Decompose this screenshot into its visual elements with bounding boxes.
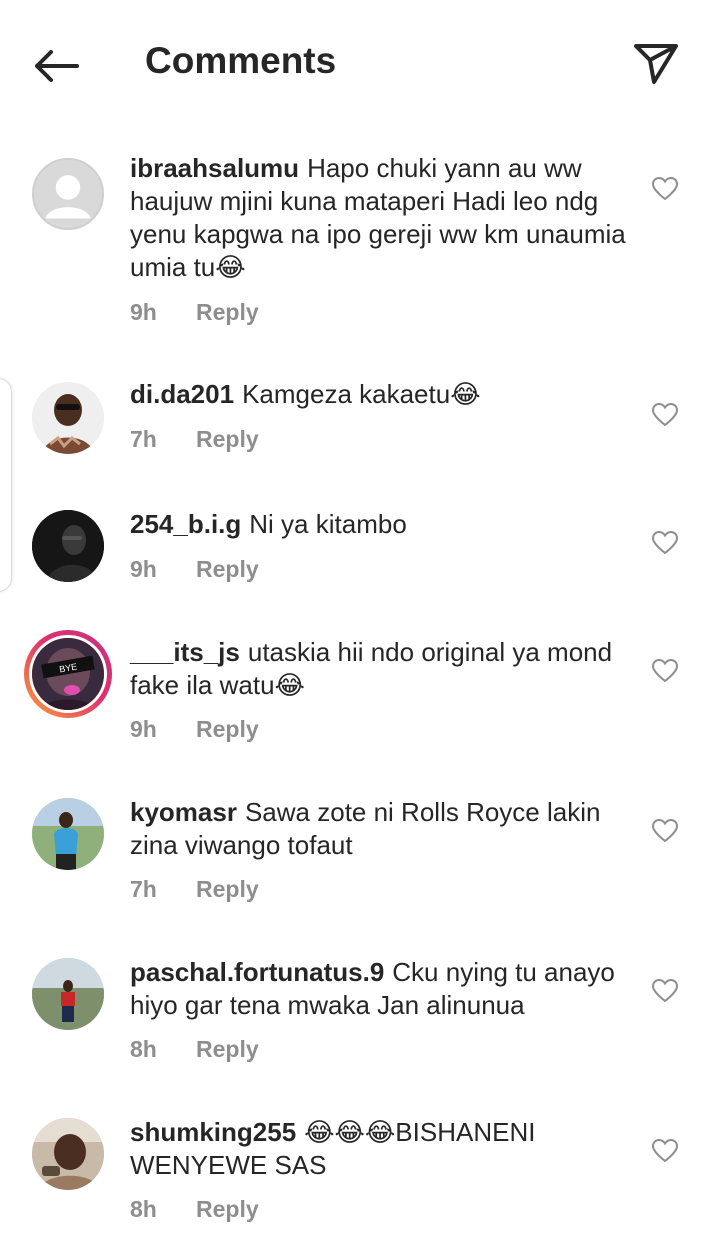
header-bar: Comments	[0, 0, 720, 128]
user-avatar[interactable]	[32, 382, 104, 454]
heart-icon	[652, 177, 678, 201]
story-ring-avatar[interactable]: BYE	[24, 630, 112, 718]
user-avatar[interactable]	[32, 1118, 104, 1190]
page-title: Comments	[145, 40, 337, 81]
like-button[interactable]	[650, 528, 680, 558]
comment-username[interactable]: ibraahsalumu	[130, 153, 299, 183]
comment-time: 7h	[130, 426, 157, 452]
user-avatar[interactable]	[32, 510, 104, 582]
comment-time: 7h	[130, 876, 157, 902]
heart-icon	[652, 979, 678, 1003]
reply-button[interactable]: Reply	[196, 556, 259, 582]
heart-icon	[652, 403, 678, 427]
comment-username[interactable]: shumking255	[130, 1117, 296, 1147]
paper-plane-icon	[634, 44, 678, 84]
comment-username[interactable]: ___its_js	[130, 637, 240, 667]
like-button[interactable]	[650, 174, 680, 204]
like-button[interactable]	[650, 976, 680, 1006]
comment-username[interactable]: kyomasr	[130, 797, 237, 827]
user-avatar[interactable]	[32, 958, 104, 1030]
comment-time: 9h	[130, 556, 157, 582]
comment-text: Ni ya kitambo	[249, 509, 407, 539]
heart-icon	[652, 1139, 678, 1163]
reply-button[interactable]: Reply	[196, 1036, 259, 1062]
reply-button[interactable]: Reply	[196, 299, 259, 325]
heart-icon	[652, 531, 678, 555]
like-button[interactable]	[650, 400, 680, 430]
reply-button[interactable]: Reply	[196, 1196, 259, 1222]
back-button[interactable]	[28, 38, 84, 94]
reply-button[interactable]: Reply	[196, 426, 259, 452]
comment-time: 9h	[130, 716, 157, 742]
overlay-card-edge	[0, 378, 12, 592]
like-button[interactable]	[650, 1136, 680, 1166]
comment-time: 8h	[130, 1036, 157, 1062]
default-avatar	[32, 158, 104, 230]
heart-icon	[652, 659, 678, 683]
comment-time: 9h	[130, 299, 157, 325]
comment-username[interactable]: 254_b.i.g	[130, 509, 241, 539]
reply-button[interactable]: Reply	[196, 716, 259, 742]
share-button[interactable]	[628, 36, 684, 92]
comment-username[interactable]: di.da201	[130, 379, 234, 409]
like-button[interactable]	[650, 816, 680, 846]
comment-time: 8h	[130, 1196, 157, 1222]
like-button[interactable]	[650, 656, 680, 686]
user-avatar[interactable]	[32, 798, 104, 870]
comment-username[interactable]: paschal.fortunatus.9	[130, 957, 384, 987]
heart-icon	[652, 819, 678, 843]
reply-button[interactable]: Reply	[196, 876, 259, 902]
arrow-left-icon	[35, 50, 79, 82]
comment-text: Kamgeza kakaetu😂	[242, 379, 481, 409]
